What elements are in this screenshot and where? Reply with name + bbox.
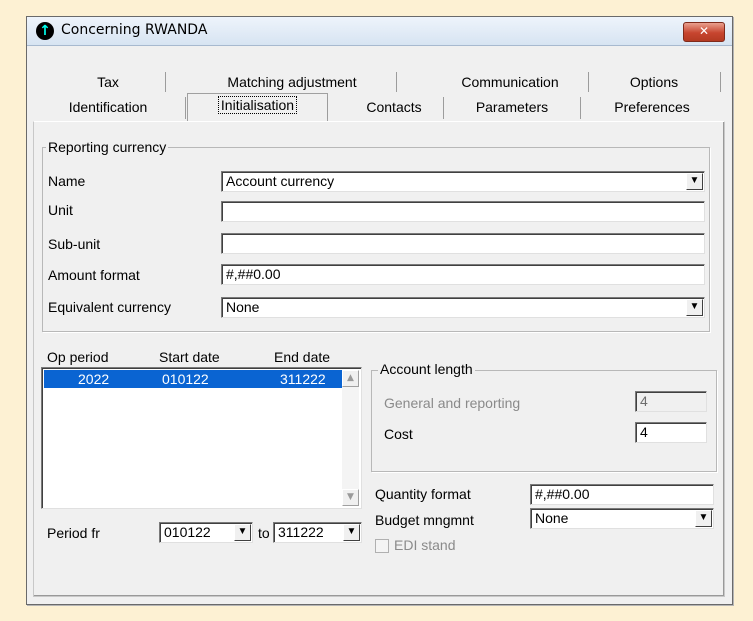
amount-format-label: Amount format bbox=[48, 267, 140, 283]
reporting-currency-legend: Reporting currency bbox=[46, 139, 169, 155]
cost-label: Cost bbox=[384, 426, 413, 442]
to-label: to bbox=[258, 525, 270, 541]
period-list[interactable]: 2022 010122 311222 ▲ ▼ bbox=[41, 367, 362, 509]
dialog-window: ↑ Concerning RWANDA ✕ Tax Matching adjus… bbox=[26, 16, 733, 605]
chevron-down-icon[interactable]: ▼ bbox=[686, 299, 703, 316]
equivalent-currency-value: None bbox=[226, 299, 260, 315]
app-info-icon: ↑ bbox=[36, 22, 54, 40]
quantity-format-input[interactable]: #,##0.00 bbox=[530, 484, 714, 505]
edi-stand-label: EDI stand bbox=[394, 537, 456, 553]
period-from-label: Period fr bbox=[47, 525, 100, 541]
title-bar[interactable]: ↑ Concerning RWANDA ✕ bbox=[27, 17, 732, 46]
list-item[interactable]: 2022 010122 311222 bbox=[44, 370, 342, 388]
start-date-header: Start date bbox=[159, 349, 220, 365]
tab-contacts[interactable]: Contacts bbox=[339, 96, 449, 118]
close-button[interactable]: ✕ bbox=[683, 22, 725, 42]
chevron-down-icon[interactable]: ▼ bbox=[343, 524, 360, 541]
start-date-cell: 010122 bbox=[162, 371, 209, 387]
tab-initialisation[interactable]: Initialisation bbox=[187, 93, 328, 121]
tab-communication[interactable]: Communication bbox=[425, 71, 595, 93]
cost-input[interactable]: 4 bbox=[635, 422, 707, 443]
general-reporting-input: 4 bbox=[635, 391, 707, 412]
budget-mngmnt-value: None bbox=[535, 510, 569, 526]
budget-mngmnt-select[interactable]: None ▼ bbox=[530, 508, 714, 529]
budget-mngmnt-label: Budget mngmnt bbox=[375, 512, 474, 528]
amount-format-input[interactable]: #,##0.00 bbox=[221, 264, 705, 285]
window-title: Concerning RWANDA bbox=[61, 22, 208, 38]
period-to-select[interactable]: 311222 ▼ bbox=[273, 522, 362, 543]
chevron-down-icon[interactable]: ▼ bbox=[234, 524, 251, 541]
tab-identification[interactable]: Identification bbox=[38, 96, 178, 118]
end-date-cell: 311222 bbox=[280, 371, 326, 387]
period-to-value: 311222 bbox=[278, 524, 324, 540]
account-length-group bbox=[371, 370, 717, 472]
chevron-down-icon[interactable]: ▼ bbox=[695, 510, 712, 527]
account-length-legend: Account length bbox=[378, 361, 475, 377]
unit-label: Unit bbox=[48, 202, 73, 218]
tab-initialisation-label: Initialisation bbox=[217, 96, 298, 114]
period-from-select[interactable]: 010122 ▼ bbox=[159, 522, 253, 543]
edi-stand-checkbox[interactable] bbox=[375, 539, 389, 553]
unit-input[interactable] bbox=[221, 201, 705, 222]
scroll-down-icon[interactable]: ▼ bbox=[342, 489, 359, 506]
tab-preferences[interactable]: Preferences bbox=[583, 96, 721, 118]
end-date-header: End date bbox=[274, 349, 331, 365]
tab-tax[interactable]: Tax bbox=[63, 71, 153, 93]
op-period-header: Op period bbox=[47, 349, 109, 365]
period-from-value: 010122 bbox=[164, 524, 211, 540]
tab-options[interactable]: Options bbox=[599, 71, 709, 93]
subunit-label: Sub-unit bbox=[48, 236, 101, 252]
equivalent-currency-select[interactable]: None ▼ bbox=[221, 297, 705, 318]
scroll-up-icon[interactable]: ▲ bbox=[342, 370, 359, 387]
currency-name-select[interactable]: Account currency ▼ bbox=[221, 171, 705, 192]
tab-matching-adjustment[interactable]: Matching adjustment bbox=[197, 71, 387, 93]
tab-parameters[interactable]: Parameters bbox=[447, 96, 577, 118]
subunit-input[interactable] bbox=[221, 233, 705, 254]
equivalent-currency-label: Equivalent currency bbox=[48, 299, 171, 315]
currency-name-value: Account currency bbox=[226, 173, 335, 189]
period-cell: 2022 bbox=[78, 371, 110, 387]
general-reporting-label: General and reporting bbox=[384, 395, 521, 411]
quantity-format-label: Quantity format bbox=[375, 486, 471, 502]
period-list-scrollbar[interactable]: ▲ ▼ bbox=[342, 370, 359, 506]
chevron-down-icon[interactable]: ▼ bbox=[686, 173, 703, 190]
name-label: Name bbox=[48, 173, 86, 189]
